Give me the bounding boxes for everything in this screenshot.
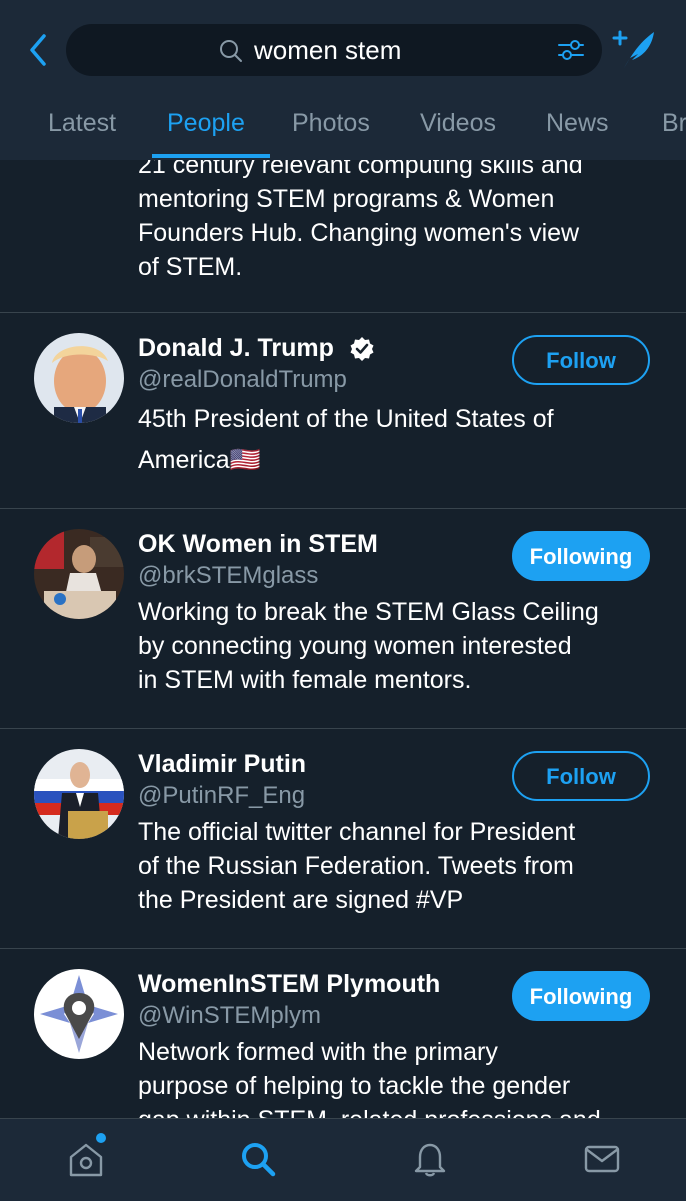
nav-home[interactable] [66, 1139, 106, 1179]
chevron-left-icon [30, 34, 46, 66]
follow-button[interactable]: Follow [512, 335, 650, 385]
follow-button[interactable]: Follow [512, 751, 650, 801]
bio-line: Founders Hub. Changing women's view [138, 219, 580, 247]
display-name: Donald J. Trump [138, 334, 334, 362]
search-row: women stem [0, 22, 686, 78]
user-result[interactable]: OK Women in STEM @brkSTEMglass Working t… [0, 509, 686, 729]
user-bio: 21 century relevant computing skills and… [138, 160, 668, 284]
user-bio: 45th President of the United States of A… [138, 399, 668, 481]
mail-icon [584, 1145, 620, 1173]
user-result[interactable]: WomenInSTEM Plymouth @WinSTEMplym Networ… [0, 949, 686, 1118]
compose-feather-icon [612, 30, 654, 68]
user-handle: @WinSTEMplym [138, 1002, 322, 1029]
bio-line: The official twitter channel for Preside… [138, 818, 576, 846]
avatar-image [34, 529, 124, 619]
tab-news[interactable]: News [546, 108, 609, 138]
search-icon [220, 40, 242, 62]
user-bio: Working to break the STEM Glass Ceiling … [138, 595, 668, 697]
bio-line: the President are signed #VP [138, 886, 464, 914]
avatar[interactable] [34, 749, 124, 839]
avatar[interactable] [34, 529, 124, 619]
user-name[interactable]: Vladimir Putin [138, 749, 306, 779]
avatar[interactable] [34, 333, 124, 423]
user-result[interactable]: Donald J. Trump @realDonaldTrump 45th Pr… [0, 313, 686, 509]
nav-notifications[interactable] [410, 1139, 450, 1179]
bio-line: of STEM. [138, 253, 243, 281]
bio-line: mentoring STEM programs & Women [138, 185, 555, 213]
avatar-image [34, 749, 124, 839]
user-handle: @realDonaldTrump [138, 366, 347, 393]
avatar[interactable] [34, 969, 124, 1059]
avatar-image [34, 969, 124, 1059]
tab-people[interactable]: People [167, 108, 245, 138]
status-bar [0, 0, 686, 10]
user-result[interactable]: Vladimir Putin @PutinRF_Eng The official… [0, 729, 686, 949]
verified-badge-icon [350, 337, 374, 362]
bottom-nav [0, 1118, 686, 1201]
search-input[interactable]: women stem [66, 24, 602, 76]
people-results-list: 21 century relevant computing skills and… [0, 160, 686, 1118]
following-button[interactable]: Following [512, 971, 650, 1021]
top-header: women stem Latest People Photos Videos N… [0, 0, 686, 160]
bio-line: Working to break the STEM Glass Ceiling [138, 598, 599, 626]
bio-line: Network formed with the primary [138, 1038, 498, 1066]
bio-line: America🇺🇸 [138, 446, 261, 474]
tab-photos[interactable]: Photos [292, 108, 370, 138]
search-query: women stem [254, 35, 402, 65]
user-name[interactable]: WomenInSTEM Plymouth [138, 969, 440, 999]
user-bio: Network formed with the primary purpose … [138, 1035, 668, 1118]
search-tabs: Latest People Photos Videos News Br [0, 98, 686, 158]
tab-latest[interactable]: Latest [48, 108, 116, 138]
user-name[interactable]: OK Women in STEM [138, 529, 378, 559]
user-result-partial[interactable]: 21 century relevant computing skills and… [0, 160, 686, 313]
nav-search[interactable] [238, 1139, 278, 1179]
user-name[interactable]: Donald J. Trump [138, 333, 375, 363]
user-handle: @brkSTEMglass [138, 562, 319, 589]
bio-line: of the Russian Federation. Tweets from [138, 852, 574, 880]
user-handle: @PutinRF_Eng [138, 782, 306, 809]
back-button[interactable] [24, 30, 56, 70]
notification-dot [96, 1133, 106, 1143]
filter-sliders-icon[interactable] [556, 36, 586, 64]
bio-line: 45th President of the United States of [138, 405, 554, 433]
compose-tweet-button[interactable] [610, 26, 658, 72]
search-icon [242, 1143, 276, 1177]
bio-line: purpose of helping to tackle the gender [138, 1072, 571, 1100]
user-bio: The official twitter channel for Preside… [138, 815, 668, 917]
bell-icon [414, 1143, 446, 1177]
active-tab-indicator [152, 154, 270, 158]
bio-line: 21 century relevant computing skills and [138, 160, 583, 179]
tab-videos[interactable]: Videos [420, 108, 496, 138]
bio-line: by connecting young women interested [138, 632, 572, 660]
bio-line: gap within STEM, related professions and [138, 1103, 668, 1118]
following-button[interactable]: Following [512, 531, 650, 581]
bio-line: in STEM with female mentors. [138, 666, 472, 694]
home-icon [69, 1143, 103, 1177]
nav-messages[interactable] [582, 1139, 622, 1179]
avatar-image [34, 333, 124, 423]
tab-broadcasts[interactable]: Br [662, 108, 686, 138]
